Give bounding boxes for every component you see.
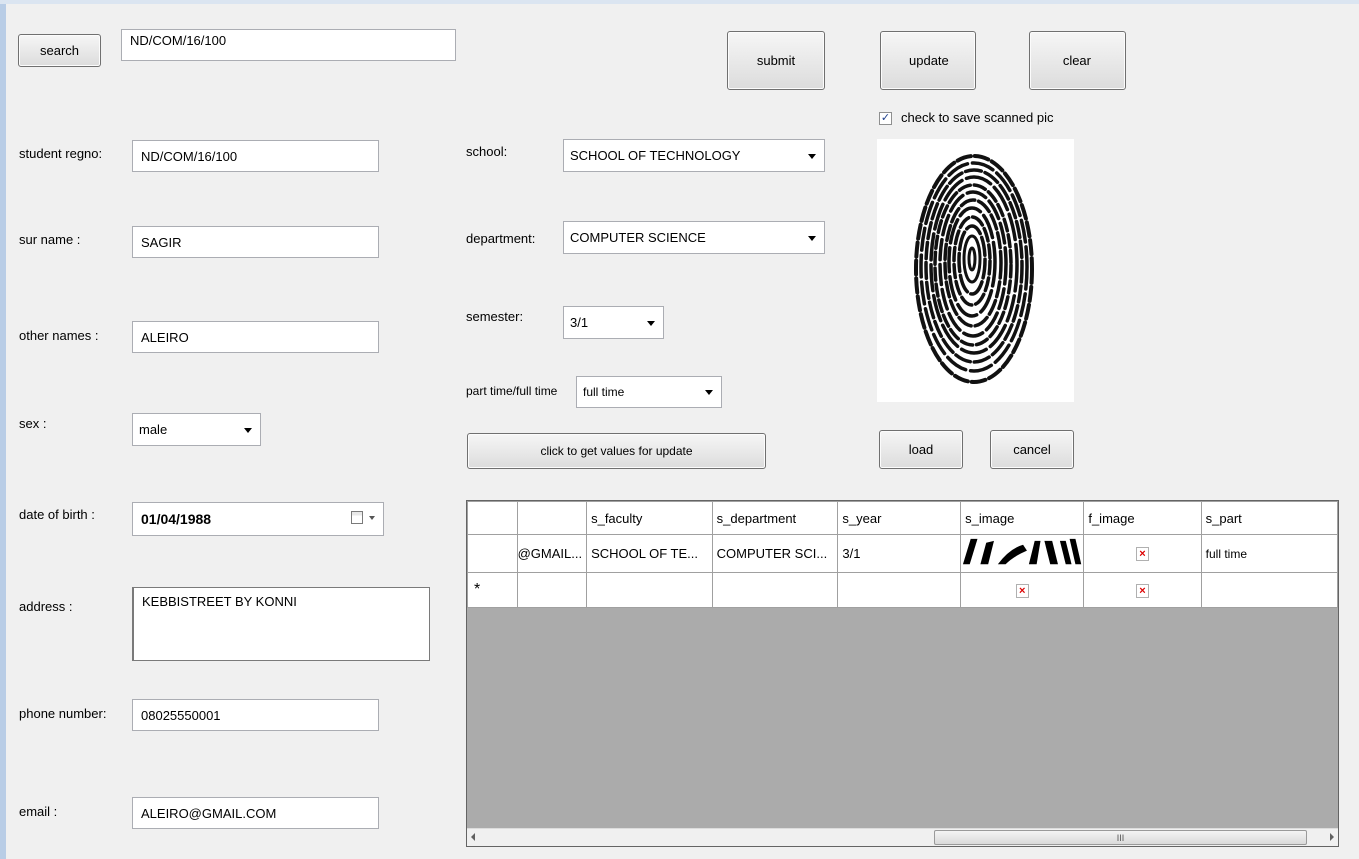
semester-label: semester:	[466, 309, 524, 324]
grid-cell[interactable]	[586, 572, 713, 608]
address-textarea[interactable]: KEBBISTREET BY KONNI	[132, 587, 430, 661]
fingerprint-image	[877, 139, 1074, 402]
calendar-icon[interactable]	[351, 511, 363, 524]
sex-select-value: male	[139, 422, 168, 437]
save-scan-label: check to save scanned pic	[901, 110, 1054, 125]
department-select-value: COMPUTER SCIENCE	[570, 230, 706, 245]
scroll-left-icon[interactable]	[471, 833, 475, 841]
surname-input[interactable]: SAGIR	[132, 226, 379, 258]
broken-image-icon: ×	[1136, 547, 1149, 562]
window-edge-top	[0, 0, 1359, 4]
department-select[interactable]: COMPUTER SCIENCE	[563, 221, 825, 254]
grid-row-header[interactable]	[467, 534, 518, 573]
chevron-down-icon	[808, 235, 816, 241]
load-button[interactable]: load	[879, 430, 963, 469]
sex-label: sex :	[19, 416, 47, 431]
othernames-label: other names :	[19, 328, 99, 343]
table-row[interactable]: @GMAIL... SCHOOL OF TE... COMPUTER SCI..…	[467, 534, 1338, 573]
department-label: department:	[466, 231, 536, 246]
semester-select-value: 3/1	[570, 315, 589, 330]
grid-column-header[interactable]: s_part	[1200, 501, 1338, 535]
fingerprint-icon	[914, 154, 1034, 384]
grid-cell[interactable]: SCHOOL OF TE...	[586, 534, 713, 573]
grid-column-header[interactable]: s_faculty	[586, 501, 713, 535]
scroll-thumb[interactable]: III	[934, 830, 1307, 845]
sex-select[interactable]: male	[132, 413, 261, 446]
grid-column-header[interactable]: s_image	[960, 501, 1085, 535]
dob-value: 01/04/1988	[141, 511, 212, 527]
grid-cell[interactable]	[711, 572, 839, 608]
grid-header-row: s_faculty s_department s_year s_image f_…	[467, 501, 1338, 535]
grid-cell[interactable]: COMPUTER SCI...	[711, 534, 839, 573]
scroll-right-icon[interactable]	[1330, 833, 1334, 841]
grid-cell[interactable]: 3/1	[837, 534, 962, 573]
grid-cell[interactable]	[837, 572, 962, 608]
othernames-input[interactable]: ALEIRO	[132, 321, 379, 353]
new-row-marker[interactable]: *	[467, 572, 518, 608]
chevron-down-icon[interactable]	[369, 516, 375, 520]
chevron-down-icon	[244, 427, 252, 433]
school-label: school:	[466, 144, 508, 159]
phone-input[interactable]: 08025550001	[132, 699, 379, 731]
parttime-select[interactable]: full time	[576, 376, 722, 408]
school-select[interactable]: SCHOOL OF TECHNOLOGY	[563, 139, 825, 172]
window-edge-left	[0, 0, 6, 859]
parttime-label: part time/full time	[466, 384, 558, 398]
scanned-image-thumbnail	[961, 535, 1083, 572]
semester-select[interactable]: 3/1	[563, 306, 664, 339]
grid-cell[interactable]	[1200, 572, 1338, 608]
grid-image-cell[interactable]: ×	[960, 572, 1085, 608]
grid-image-cell[interactable]: ×	[1083, 572, 1202, 608]
grid-corner-cell[interactable]	[467, 501, 518, 535]
phone-label: phone number:	[19, 706, 107, 721]
grid-column-header[interactable]: s_year	[837, 501, 962, 535]
grid-cell[interactable]	[516, 572, 588, 608]
search-input[interactable]: ND/COM/16/100	[121, 29, 456, 61]
grid-image-cell[interactable]: ×	[1083, 534, 1202, 573]
surname-label: sur name :	[19, 232, 81, 247]
grid-column-header[interactable]	[516, 501, 588, 535]
search-button[interactable]: search	[18, 34, 101, 67]
update-button[interactable]: update	[880, 31, 976, 90]
records-grid[interactable]: s_faculty s_department s_year s_image f_…	[466, 500, 1339, 847]
broken-image-icon: ×	[1136, 583, 1149, 598]
chevron-down-icon	[647, 320, 655, 326]
regno-input[interactable]: ND/COM/16/100	[132, 140, 379, 172]
save-scan-checkbox[interactable]: ✓	[879, 112, 892, 125]
get-values-button[interactable]: click to get values for update	[467, 433, 766, 469]
chevron-down-icon	[808, 153, 816, 159]
parttime-select-value: full time	[583, 385, 625, 399]
grid-cell[interactable]: full time	[1200, 534, 1338, 573]
submit-button[interactable]: submit	[727, 31, 825, 90]
grid-cell[interactable]: @GMAIL...	[516, 534, 588, 573]
grid-horizontal-scrollbar[interactable]: III	[467, 828, 1338, 846]
cancel-button[interactable]: cancel	[990, 430, 1074, 469]
grid-column-header[interactable]: s_department	[711, 501, 839, 535]
dob-label: date of birth :	[19, 507, 95, 522]
grid-image-cell[interactable]	[960, 534, 1085, 573]
email-label: email :	[19, 804, 58, 819]
clear-button[interactable]: clear	[1029, 31, 1126, 90]
dob-picker[interactable]: 01/04/1988	[132, 502, 384, 536]
broken-image-icon: ×	[1015, 583, 1029, 598]
school-select-value: SCHOOL OF TECHNOLOGY	[570, 148, 741, 163]
address-label: address :	[19, 599, 73, 614]
grid-column-header[interactable]: f_image	[1083, 501, 1202, 535]
chevron-down-icon	[705, 390, 713, 395]
regno-label: student regno:	[19, 146, 103, 161]
table-row[interactable]: * × ×	[467, 572, 1338, 608]
email-input[interactable]: ALEIRO@GMAIL.COM	[132, 797, 379, 829]
